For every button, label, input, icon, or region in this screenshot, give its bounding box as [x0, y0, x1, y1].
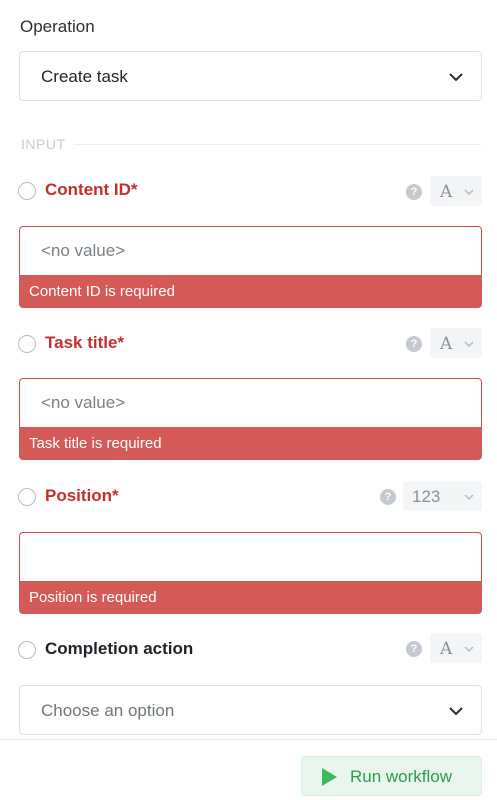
content-id-field: <no value> Content ID is required [19, 226, 482, 308]
chevron-down-icon [464, 341, 474, 348]
content-id-type-toggle[interactable]: A [430, 176, 482, 206]
task-title-type-toggle[interactable]: A [430, 328, 482, 358]
task-title-placeholder: <no value> [41, 393, 126, 412]
question-circle-icon[interactable]: ? [406, 336, 422, 352]
text-type-icon: A [440, 334, 453, 354]
task-title-label: Task title* [45, 333, 125, 352]
operation-label: Operation [20, 17, 95, 36]
position-label: Position* [45, 486, 119, 505]
position-error: Position is required [19, 581, 482, 614]
position-radio[interactable] [18, 488, 36, 506]
chevron-down-icon [464, 494, 474, 501]
chevron-down-icon [449, 707, 463, 716]
question-circle-icon[interactable]: ? [406, 641, 422, 657]
operation-select[interactable]: Create task [19, 51, 482, 101]
text-type-icon: A [440, 639, 453, 659]
position-type-toggle[interactable]: 123 [403, 481, 482, 511]
run-workflow-label: Run workflow [350, 767, 453, 786]
question-circle-icon[interactable]: ? [380, 489, 396, 505]
content-id-error: Content ID is required [19, 275, 482, 308]
content-id-input[interactable]: <no value> [19, 226, 482, 276]
task-title-input[interactable]: <no value> [19, 378, 482, 428]
chevron-down-icon [464, 646, 474, 653]
task-title-error: Task title is required [19, 427, 482, 460]
position-input[interactable] [19, 532, 482, 582]
completion-action-type-toggle[interactable]: A [430, 633, 482, 663]
chevron-down-icon [449, 73, 463, 82]
chevron-down-icon [464, 189, 474, 196]
input-section-header: INPUT [20, 135, 481, 153]
content-id-radio[interactable] [18, 182, 36, 200]
text-type-icon: A [440, 182, 453, 202]
task-title-field: <no value> Task title is required [19, 378, 482, 460]
section-divider [20, 144, 481, 145]
position-field: Position is required [19, 532, 482, 614]
content-id-placeholder: <no value> [41, 241, 126, 260]
completion-action-radio[interactable] [18, 641, 36, 659]
content-id-label: Content ID* [45, 180, 138, 199]
completion-action-placeholder: Choose an option [41, 701, 175, 720]
input-section-label: INPUT [21, 136, 74, 152]
run-workflow-button[interactable]: Run workflow [301, 756, 482, 796]
play-icon [322, 768, 337, 786]
footer-divider [0, 739, 497, 740]
task-title-radio[interactable] [18, 335, 36, 353]
completion-action-label: Completion action [45, 639, 194, 658]
question-circle-icon[interactable]: ? [406, 184, 422, 200]
number-type-icon: 123 [412, 487, 441, 506]
completion-action-select[interactable]: Choose an option [19, 685, 482, 735]
operation-select-value: Create task [41, 67, 128, 86]
